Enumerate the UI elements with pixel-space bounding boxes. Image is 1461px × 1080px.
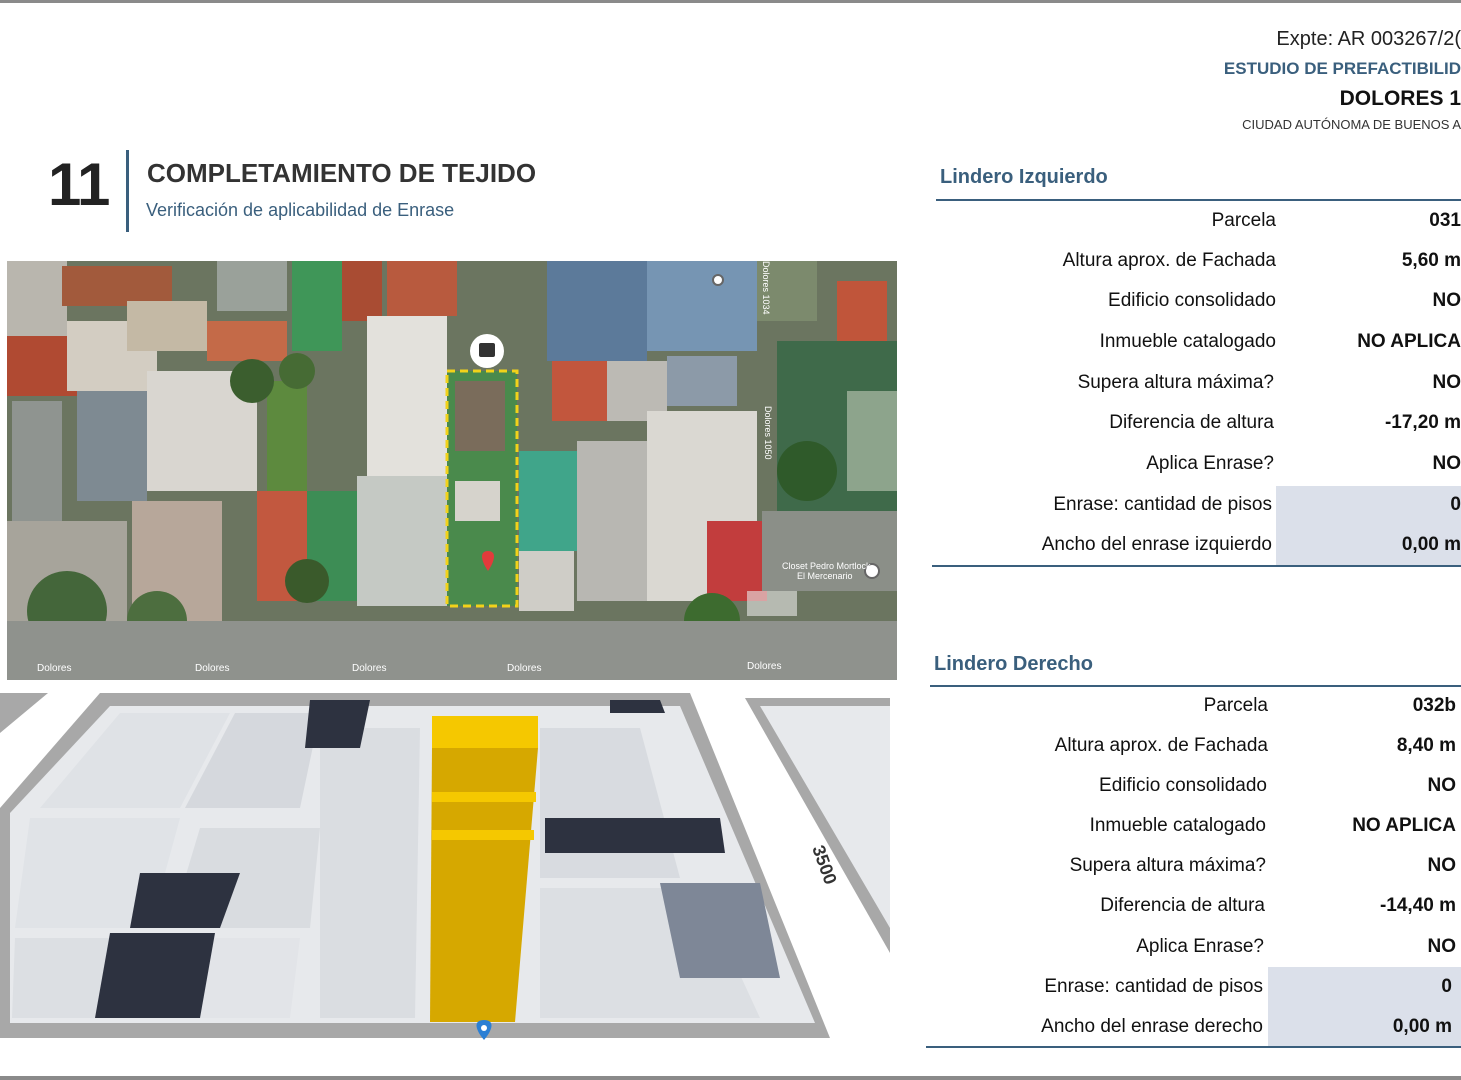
city: CIUDAD AUTÓNOMA DE BUENOS A	[1242, 117, 1461, 132]
table-row: Aplica Enrase?	[940, 444, 1274, 484]
poi-label: Dolores 1050	[763, 406, 773, 460]
lindero-derecho-title: Lindero Derecho	[934, 653, 1093, 675]
row-label: Altura aprox. de Fachada	[1062, 250, 1276, 271]
table-row: Enrase: cantidad de pisos	[934, 967, 1263, 1007]
row-value: 0,00 m	[1401, 534, 1461, 555]
street-label: Dolores	[195, 663, 229, 674]
address: DOLORES 1	[1339, 87, 1461, 110]
row-label: Inmueble catalogado	[1089, 815, 1266, 836]
street-label: Dolores	[352, 663, 386, 674]
row-value: 0	[1450, 494, 1461, 515]
row-value: NO	[1427, 936, 1457, 957]
table-row: Supera altura máxima?	[934, 846, 1266, 886]
poi-label: El Mercenario	[797, 571, 853, 581]
expediente-number: Expte: AR 003267/2(	[1276, 28, 1461, 50]
row-label: Ancho del enrase izquierdo	[1041, 534, 1272, 555]
table-row: Parcela	[940, 201, 1276, 241]
row-label: Altura aprox. de Fachada	[1054, 735, 1268, 756]
3d-block-model-drawing: 3500	[0, 688, 900, 1048]
section-number: 11	[48, 151, 110, 218]
lindero-derecho-end-rule	[926, 1046, 1461, 1048]
row-value: 0	[1441, 976, 1452, 997]
bottom-border	[0, 1076, 1461, 1080]
row-value: 031	[1429, 210, 1461, 231]
row-value: NO	[1432, 453, 1461, 474]
3d-block-model: 3500	[0, 688, 900, 1048]
table-row: Parcela	[934, 686, 1268, 726]
row-value: 0,00 m	[1392, 1016, 1452, 1037]
table-row: Enrase: cantidad de pisos	[940, 485, 1272, 525]
row-label: Aplica Enrase?	[1146, 453, 1274, 474]
document-header: Expte: AR 003267/2( ESTUDIO DE PREFACTIB…	[1224, 24, 1461, 136]
row-label: Supera altura máxima?	[1077, 372, 1274, 393]
street-label: Dolores	[37, 663, 71, 674]
row-value: NO	[1427, 855, 1457, 876]
street-label: Dolores	[507, 663, 541, 674]
study-title: ESTUDIO DE PREFACTIBILID	[1223, 59, 1461, 78]
row-value: NO	[1432, 372, 1461, 393]
row-label: Ancho del enrase derecho	[1041, 1016, 1263, 1037]
table-row: Inmueble catalogado	[934, 806, 1266, 846]
row-value: 032b	[1412, 695, 1456, 716]
table-row: Aplica Enrase?	[934, 927, 1264, 967]
section-divider	[126, 150, 129, 232]
table-row: Diferencia de altura	[940, 403, 1274, 443]
row-label: Diferencia de altura	[1109, 412, 1274, 433]
poi-icon	[712, 274, 724, 286]
lindero-izquierdo-title: Lindero Izquierdo	[940, 166, 1108, 188]
row-value: -14,40 m	[1379, 895, 1456, 916]
row-value: 8,40 m	[1396, 735, 1456, 756]
row-label: Parcela	[1203, 695, 1268, 716]
row-value: NO	[1427, 775, 1457, 796]
row-label: Enrase: cantidad de pisos	[1044, 976, 1263, 997]
row-label: Parcela	[1211, 210, 1276, 231]
aerial-photo: Dolores Dolores Dolores Dolores Dolores …	[7, 261, 897, 680]
street-label: Dolores	[747, 661, 781, 672]
top-border	[0, 0, 1461, 3]
row-label: Supera altura máxima?	[1069, 855, 1266, 876]
table-row: Altura aprox. de Fachada	[940, 241, 1276, 281]
table-row: Supera altura máxima?	[940, 363, 1274, 403]
table-row: Edificio consolidado	[934, 766, 1267, 806]
row-label: Edificio consolidado	[1108, 290, 1276, 311]
table-row: Edificio consolidado	[940, 281, 1276, 321]
table-row: Ancho del enrase izquierdo	[940, 525, 1272, 565]
tower-top	[432, 716, 538, 748]
row-value: 5,60 m	[1401, 250, 1461, 271]
aerial-photo-drawing: Dolores Dolores Dolores Dolores Dolores …	[7, 261, 897, 680]
row-value: NO	[1432, 290, 1461, 311]
section-title: COMPLETAMIENTO DE TEJIDO	[147, 158, 537, 188]
row-label: Inmueble catalogado	[1099, 331, 1276, 352]
row-value: NO APLICA	[1352, 815, 1456, 836]
poi-label: Closet Pedro Mortlock	[782, 561, 871, 571]
row-label: Aplica Enrase?	[1136, 936, 1264, 957]
row-label: Diferencia de altura	[1100, 895, 1265, 916]
section-subtitle: Verificación de aplicabilidad de Enrase	[146, 200, 455, 220]
lindero-izquierdo-end-rule	[932, 565, 1461, 567]
row-value: NO APLICA	[1357, 331, 1461, 352]
row-label: Edificio consolidado	[1099, 775, 1267, 796]
table-row: Ancho del enrase derecho	[934, 1007, 1263, 1047]
row-label: Enrase: cantidad de pisos	[1053, 494, 1272, 515]
table-row: Diferencia de altura	[934, 886, 1265, 926]
table-row: Inmueble catalogado	[940, 322, 1276, 362]
row-value: -17,20 m	[1384, 412, 1461, 433]
poi-label: Dolores 1034	[761, 261, 771, 315]
table-row: Altura aprox. de Fachada	[934, 726, 1268, 766]
